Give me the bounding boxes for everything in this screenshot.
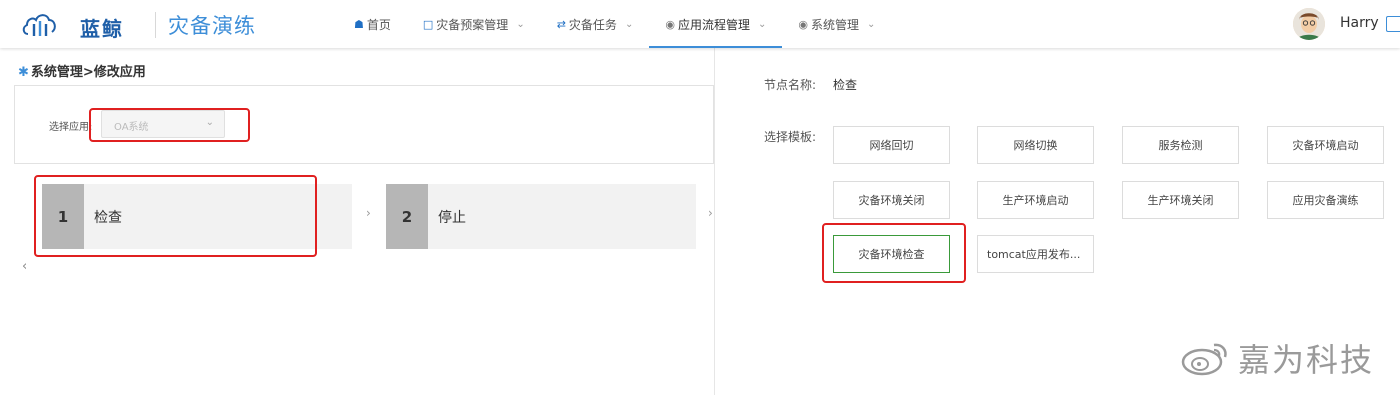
template-label: 选择模板: [764, 130, 817, 144]
template-option[interactable]: 服务检测 [1122, 126, 1239, 164]
breadcrumb-text: 系统管理>修改应用 [30, 65, 146, 80]
cloud-logo-icon [22, 14, 56, 36]
app-select-label: 选择应用: [49, 122, 93, 133]
nav-item-home[interactable]: ☗ 首页 [338, 0, 407, 48]
chevron-down-icon: ⌄ [205, 117, 214, 128]
template-option[interactable]: 灾备环境启动 [1267, 126, 1384, 164]
chevron-down-icon: ⌄ [516, 18, 525, 30]
brand-name: 蓝鲸 [80, 17, 124, 41]
template-option[interactable]: 应用灾备演练 [1267, 181, 1384, 219]
template-option[interactable]: 灾备环境关闭 [833, 181, 950, 219]
nav-item-app-flow-management[interactable]: ◉ 应用流程管理 ⌄ [649, 0, 783, 48]
avatar-face-icon [1293, 8, 1325, 40]
product-title: 灾备演练 [168, 14, 256, 38]
template-option[interactable]: tomcat应用发布... [977, 235, 1094, 273]
home-icon: ☗ [354, 17, 364, 31]
nav-item-system-management[interactable]: ◉ 系统管理 ⌄ [782, 0, 891, 48]
chevron-right-icon: › [366, 206, 371, 220]
nav-item-tasks[interactable]: ⇄ 灾备任务 ⌄ [541, 0, 650, 48]
nav-item-label: 灾备预案管理 [436, 17, 509, 32]
nav-item-label: 首页 [366, 17, 391, 32]
brand-divider [155, 12, 156, 38]
template-option[interactable]: 网络回切 [833, 126, 950, 164]
nav-item-label: 系统管理 [810, 17, 859, 32]
watermark: 嘉为科技 [1180, 335, 1374, 381]
template-option[interactable]: 生产环境启动 [977, 181, 1094, 219]
app-select-section: 选择应用: OA系统 ⌄ [14, 85, 714, 164]
template-option-selected[interactable]: 灾备环境检查 [833, 235, 950, 273]
circle-icon: ◉ [798, 17, 808, 31]
weibo-logo-icon [1181, 343, 1227, 376]
circle-icon: ◉ [665, 17, 675, 31]
app-select[interactable]: OA系统 ⌄ [101, 110, 225, 138]
scroll-left-chevron-icon[interactable]: ‹ [22, 259, 27, 274]
avatar[interactable] [1293, 8, 1325, 40]
flow-editor-panel: ✱ 系统管理>修改应用 选择应用: OA系统 ⌄ 1 检查 › 2 停止 › ‹ [0, 48, 714, 395]
node-name-value: 检查 [833, 78, 858, 92]
step-number: 2 [386, 184, 428, 249]
flow-step-2[interactable]: 2 停止 [386, 184, 696, 249]
nav-item-label: 应用流程管理 [677, 17, 750, 32]
main-nav: ☗ 首页 □ 灾备预案管理 ⌄ ⇄ 灾备任务 ⌄ ◉ 应用流程管理 ⌄ ◉ 系统… [338, 0, 891, 48]
step-name: 检查 [94, 210, 122, 226]
chevron-right-icon: › [708, 206, 713, 220]
chevron-down-icon: ⌄ [866, 18, 876, 30]
document-icon: □ [422, 17, 434, 31]
node-name-label: 节点名称: [764, 78, 817, 92]
nav-item-label: 灾备任务 [568, 17, 617, 32]
app-select-value: OA系统 [114, 122, 149, 133]
top-navigation-bar: 蓝鲸 灾备演练 ☗ 首页 □ 灾备预案管理 ⌄ ⇄ 灾备任务 ⌄ ◉ 应用流程管… [0, 0, 1400, 48]
flow-step-1[interactable]: 1 检查 [42, 184, 352, 249]
gear-icon: ✱ [18, 65, 29, 80]
breadcrumb: ✱ 系统管理>修改应用 [18, 61, 146, 80]
logout-icon[interactable] [1386, 16, 1400, 32]
template-option[interactable]: 生产环境关闭 [1122, 181, 1239, 219]
template-option[interactable]: 网络切换 [977, 126, 1094, 164]
swap-icon: ⇄ [556, 17, 566, 31]
chevron-down-icon: ⌄ [624, 18, 634, 30]
chevron-down-icon: ⌄ [757, 18, 767, 30]
nav-item-plan-management[interactable]: □ 灾备预案管理 ⌄ [407, 0, 541, 48]
username[interactable]: Harry [1340, 15, 1379, 31]
step-name: 停止 [438, 210, 466, 226]
watermark-text: 嘉为科技 [1238, 341, 1375, 379]
step-number: 1 [42, 184, 84, 249]
